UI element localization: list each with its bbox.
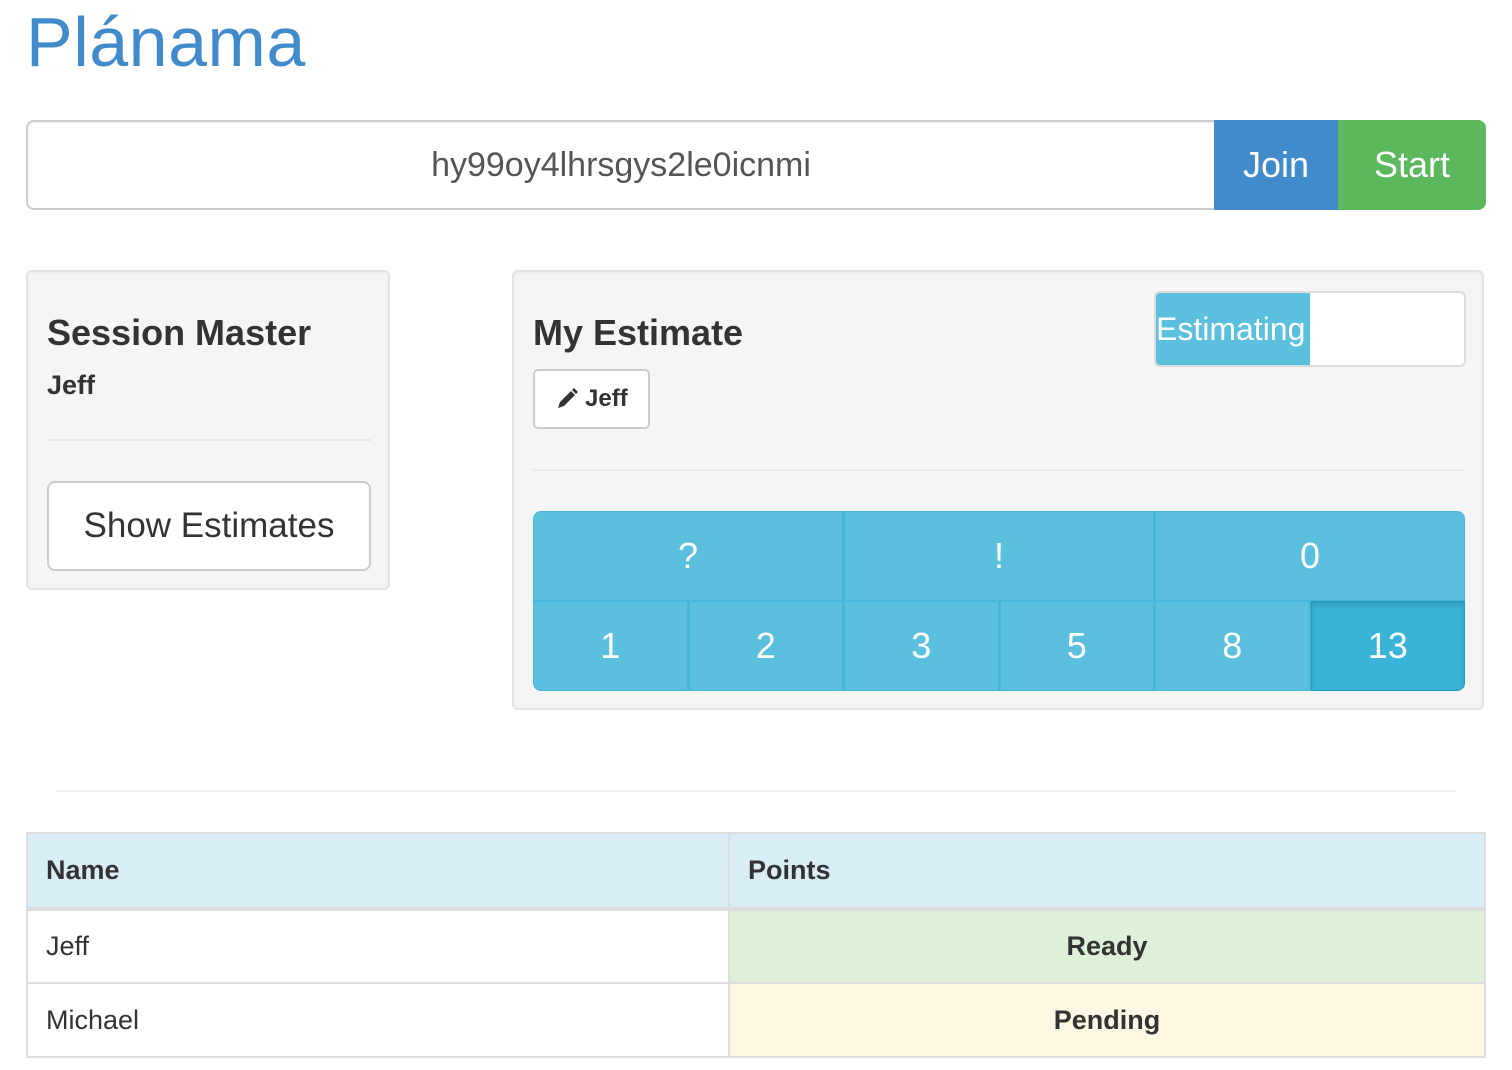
estimate-card[interactable]: 2 [688, 601, 844, 691]
estimate-card[interactable]: 13 [1310, 601, 1465, 691]
column-header-name: Name [26, 832, 730, 911]
table-row: Jeff Ready [26, 908, 1486, 984]
players-table: Name Points Jeff Ready Michael Pending [26, 832, 1486, 1058]
estimate-divider [533, 469, 1465, 471]
players-table-body: Jeff Ready Michael Pending [26, 908, 1486, 1058]
session-master-name: Jeff [47, 370, 96, 400]
my-estimate-heading: My Estimate [533, 312, 744, 353]
session-master-panel: Session Master Jeff Show Estimates [26, 270, 390, 590]
edit-name-label: Jeff [585, 385, 628, 412]
players-table-header-row: Name Points [26, 832, 1486, 911]
player-status-cell: Pending [728, 982, 1486, 1058]
estimating-progress-bar: Estimating [1156, 293, 1310, 365]
session-master-divider [47, 439, 371, 441]
start-button[interactable]: Start [1338, 120, 1486, 210]
estimate-card[interactable]: ? [533, 511, 844, 601]
estimate-card[interactable]: 5 [999, 601, 1155, 691]
session-input-group: Join Start [26, 120, 1486, 210]
estimating-progress: Estimating [1154, 291, 1466, 367]
estimate-cards-row-bottom: 1 2 3 5 8 13 [533, 601, 1465, 691]
estimate-card[interactable]: 0 [1155, 511, 1465, 601]
player-name-cell: Michael [26, 982, 730, 1058]
player-name-cell: Jeff [26, 908, 730, 984]
estimate-cards-row-top: ?! 0 [533, 511, 1465, 601]
page-divider [56, 790, 1456, 792]
estimate-card[interactable]: 8 [1155, 601, 1311, 691]
session-id-input[interactable] [26, 120, 1214, 210]
pencil-icon [558, 388, 578, 408]
edit-name-button[interactable]: Jeff [533, 369, 650, 429]
session-master-heading: Session Master [47, 312, 312, 353]
estimate-card[interactable]: ! [844, 511, 1155, 601]
column-header-points: Points [728, 832, 1486, 911]
estimate-card[interactable]: 3 [844, 601, 1000, 691]
estimate-card-grid: ?! 0 1 2 3 5 8 13 [533, 511, 1465, 691]
show-estimates-button[interactable]: Show Estimates [47, 481, 371, 571]
player-status-cell: Ready [728, 908, 1486, 984]
app-title: Plánama [26, 3, 306, 81]
join-button[interactable]: Join [1214, 120, 1338, 210]
estimate-card[interactable]: 1 [533, 601, 689, 691]
table-row: Michael Pending [26, 982, 1486, 1058]
my-estimate-panel: My Estimate Jeff Estimating ?! 0 1 2 3 5 8 13 [512, 270, 1484, 710]
